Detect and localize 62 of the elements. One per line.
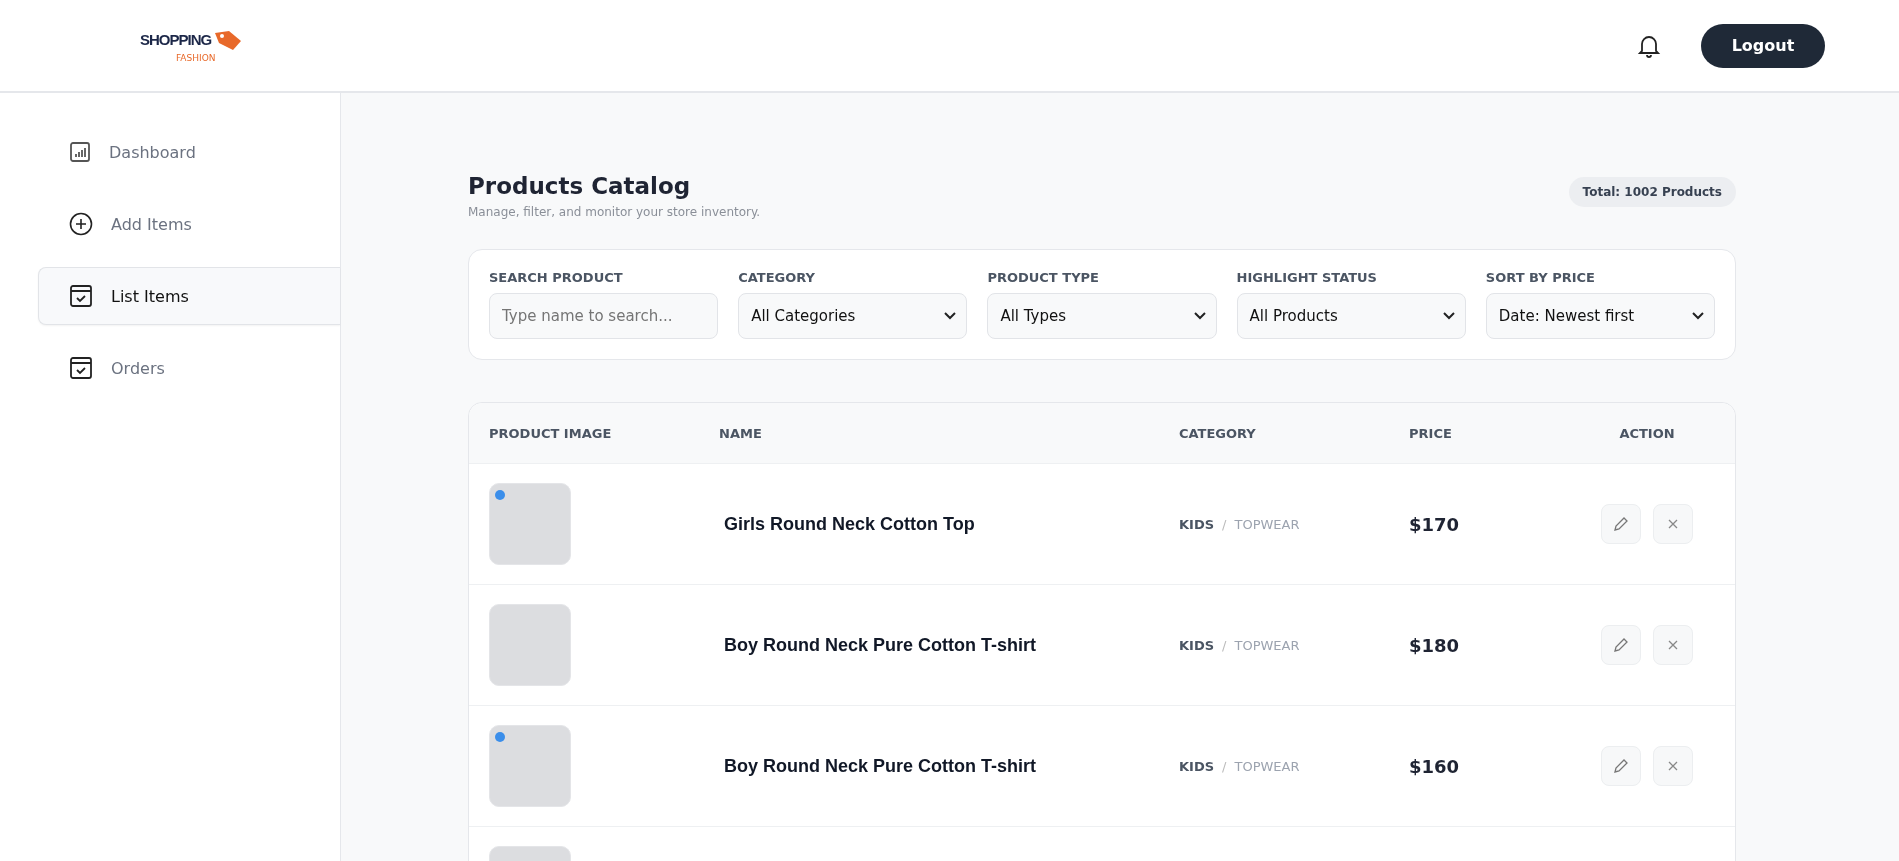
category-text: KIDS xyxy=(1179,516,1215,532)
search-field[interactable]: Type name to search... xyxy=(489,293,719,339)
sidebar-item[interactable]: List Items xyxy=(38,267,340,325)
edit-button[interactable] xyxy=(1601,625,1641,665)
column-header: NAME xyxy=(719,425,763,441)
plus-circle-icon xyxy=(69,212,93,236)
logo-text: SHOPPING xyxy=(140,31,212,48)
delete-button[interactable] xyxy=(1653,746,1693,786)
separator-slash: / xyxy=(1222,637,1227,653)
logo[interactable]: SHOPPING FASHION xyxy=(140,28,244,63)
product-name: Boy Round Neck Pure Cotton T-shirt xyxy=(723,634,1037,656)
price-tag-icon xyxy=(213,28,244,51)
dropdown-select[interactable]: Date: Newest first xyxy=(1485,293,1715,339)
filter-label: SORT BY PRICE xyxy=(1485,270,1596,285)
category-text: KIDS xyxy=(1179,637,1215,653)
chevron-down-icon xyxy=(1193,312,1206,320)
filter-label: HIGHLIGHT STATUS xyxy=(1236,270,1378,285)
page-subtitle: Manage, filter, and monitor your store inventory. xyxy=(468,205,761,219)
product-price: $180 xyxy=(1409,634,1461,656)
chevron-down-icon xyxy=(1692,312,1704,320)
product-name: Girls Round Neck Cotton Top xyxy=(723,513,976,535)
filter-label: SEARCH PRODUCT xyxy=(489,270,624,285)
page-title: Products Catalog xyxy=(468,173,692,199)
chevron-down-icon xyxy=(944,312,957,320)
column-header: PRICE xyxy=(1409,425,1453,441)
sidebar-item[interactable]: Orders xyxy=(38,339,340,397)
sidebar-item[interactable]: Add Items xyxy=(38,195,340,253)
pencil-icon xyxy=(1613,637,1629,653)
checked-calendar-icon xyxy=(69,356,93,380)
chevron-down-icon xyxy=(1442,312,1455,320)
edit-button[interactable] xyxy=(1601,746,1641,786)
dropdown-select[interactable]: All Products xyxy=(1236,293,1466,339)
checked-calendar-icon xyxy=(69,284,93,308)
delete-button[interactable] xyxy=(1653,625,1693,665)
pencil-icon xyxy=(1613,516,1629,532)
column-header: ACTION xyxy=(1618,425,1676,441)
filter-label: CATEGORY xyxy=(738,270,816,285)
logout-button[interactable]: Logout xyxy=(1701,23,1825,68)
separator-slash: / xyxy=(1222,516,1227,532)
sidebar-item[interactable]: Dashboard xyxy=(38,123,340,181)
product-name: Boy Round Neck Pure Cotton T-shirt xyxy=(723,755,1037,777)
separator-slash: / xyxy=(1222,758,1227,774)
delete-button[interactable] xyxy=(1653,504,1693,544)
subcategory-text: TOPWEAR xyxy=(1234,637,1300,653)
filter-label: PRODUCT TYPE xyxy=(987,270,1100,285)
dropdown-select[interactable]: All Types xyxy=(987,293,1217,339)
subcategory-text: TOPWEAR xyxy=(1234,758,1300,774)
subcategory-text: TOPWEAR xyxy=(1234,516,1300,532)
column-header: PRODUCT IMAGE xyxy=(489,425,613,441)
pencil-icon xyxy=(1613,758,1629,774)
product-price: $160 xyxy=(1409,755,1461,777)
column-header: CATEGORY xyxy=(1179,425,1257,441)
close-icon xyxy=(1667,639,1679,651)
close-icon xyxy=(1667,760,1679,772)
edit-button[interactable] xyxy=(1601,504,1641,544)
dropdown-select[interactable]: All Categories xyxy=(738,293,968,339)
close-icon xyxy=(1667,518,1679,530)
bar-chart-icon xyxy=(69,141,91,163)
logo-tagline: FASHION xyxy=(176,52,216,63)
category-text: KIDS xyxy=(1179,758,1215,774)
total-count-badge: Total: 1002 Products xyxy=(1568,177,1736,207)
product-price: $170 xyxy=(1409,513,1461,535)
